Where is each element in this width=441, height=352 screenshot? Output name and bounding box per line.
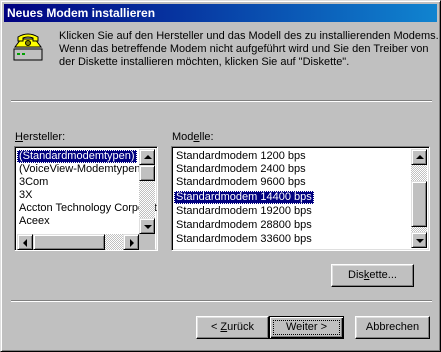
list-item[interactable]: Accton Technology Corporation: [17, 202, 157, 215]
instruction-line: Klicken Sie auf den Hersteller und das M…: [59, 30, 439, 42]
arrow-down-icon: [416, 239, 424, 243]
back-button[interactable]: < Zurück: [196, 316, 269, 339]
next-button[interactable]: Weiter >: [269, 316, 344, 339]
separator: [11, 300, 432, 302]
list-item[interactable]: 3X: [17, 189, 34, 202]
list-item[interactable]: Standardmodem 28800 bps: [174, 219, 314, 232]
list-item[interactable]: Standardmodem 33600 bps: [174, 233, 314, 246]
scroll-up-button[interactable]: [139, 149, 155, 165]
cancel-button[interactable]: Abbrechen: [355, 316, 430, 339]
scroll-thumb[interactable]: [139, 165, 155, 181]
arrow-right-icon: [130, 239, 134, 247]
arrow-down-icon: [144, 225, 152, 229]
list-item[interactable]: Standardmodem 14400 bps: [174, 191, 314, 204]
list-item[interactable]: Standardmodem 2400 bps: [174, 163, 308, 176]
scroll-left-button[interactable]: [17, 234, 33, 250]
scroll-corner: [139, 234, 155, 250]
arrow-up-icon: [144, 155, 152, 159]
focus-rect: [273, 320, 340, 335]
modem-phone-icon: [13, 33, 43, 61]
scroll-thumb[interactable]: [411, 181, 427, 227]
list-item[interactable]: Aceex: [17, 215, 52, 228]
list-item[interactable]: 3Com: [17, 176, 50, 189]
manufacturer-list[interactable]: (Standardmodemtypen) (VoiceView-Modemtyp…: [14, 146, 158, 251]
separator: [11, 100, 432, 102]
list-item[interactable]: (Standardmodemtypen): [17, 150, 137, 163]
scroll-up-button[interactable]: [411, 149, 427, 165]
wizard-window: Neues Modem installieren Klicken Sie auf…: [0, 0, 441, 352]
instruction-line: Wenn das betreffende Modem nicht aufgefü…: [59, 43, 429, 55]
title-bar[interactable]: Neues Modem installieren: [4, 4, 437, 22]
scroll-down-button[interactable]: [411, 232, 427, 248]
model-list[interactable]: Standardmodem 1200 bps Standardmodem 240…: [171, 146, 430, 251]
list-item[interactable]: Standardmodem 19200 bps: [174, 205, 314, 218]
list-item[interactable]: Standardmodem 1200 bps: [174, 150, 308, 163]
arrow-up-icon: [416, 155, 424, 159]
window-title: Neues Modem installieren: [7, 6, 156, 20]
model-label: Modelle:: [172, 131, 214, 143]
instruction-line: der Diskette installieren möchten, klick…: [59, 56, 350, 68]
list-item[interactable]: (VoiceView-Modemtypen): [17, 163, 146, 176]
scroll-right-button[interactable]: [123, 234, 139, 250]
instruction-text: Klicken Sie auf den Hersteller und das M…: [59, 30, 439, 69]
arrow-left-icon: [23, 239, 27, 247]
list-item[interactable]: Standardmodem 9600 bps: [174, 176, 308, 189]
horizontal-scroll-thumb[interactable]: [33, 234, 105, 250]
manufacturer-label: Hersteller:: [15, 131, 66, 143]
disk-button[interactable]: Diskette...: [331, 264, 414, 287]
scroll-down-button[interactable]: [139, 218, 155, 234]
